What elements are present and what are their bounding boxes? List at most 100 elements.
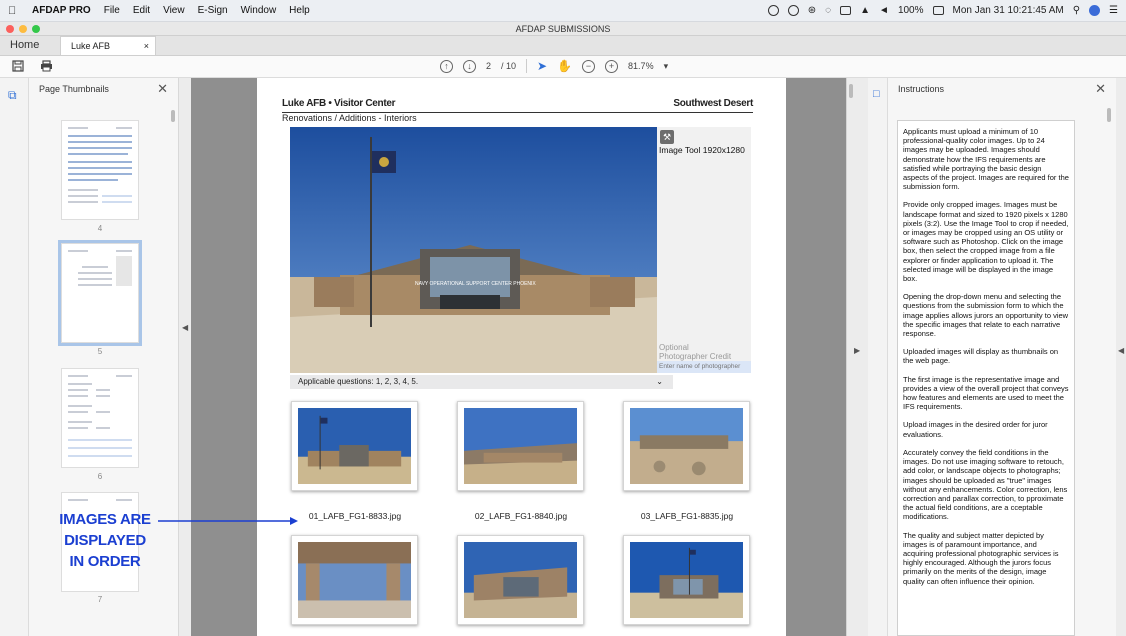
close-window-button[interactable] xyxy=(6,25,14,33)
zoom-out-icon[interactable]: − xyxy=(582,59,596,73)
zoom-level[interactable]: 81.7% xyxy=(628,61,654,71)
tab-close-icon[interactable]: × xyxy=(144,37,149,55)
save-icon[interactable] xyxy=(12,60,24,75)
page-thumbnails-icon[interactable]: ⧉ xyxy=(8,88,17,103)
page-thumbnail-6[interactable] xyxy=(61,368,139,468)
page-thumbnail-4[interactable] xyxy=(61,120,139,220)
gallery-photo xyxy=(630,542,743,618)
gallery-photo xyxy=(630,408,743,484)
page-thumbnail-number: 6 xyxy=(97,472,103,481)
gallery-image-6[interactable] xyxy=(623,535,750,625)
thumbnails-header: Page Thumbnails ✕ xyxy=(29,78,178,100)
zoom-in-icon[interactable]: + xyxy=(605,59,619,73)
page-thumbnail-number: 5 xyxy=(97,347,103,356)
tab-home[interactable]: Home xyxy=(0,35,60,55)
clock[interactable]: Mon Jan 31 10:21:45 AM xyxy=(953,5,1064,16)
gallery-image-4[interactable] xyxy=(291,535,418,625)
annotation-arrow-icon xyxy=(158,517,298,525)
close-thumbnails-icon[interactable]: ✕ xyxy=(157,78,168,100)
thumbnails-scrollbar[interactable] xyxy=(171,110,175,122)
gallery-filename-3: 03_LAFB_FG1-8835.jpg xyxy=(640,511,734,521)
tab-document[interactable]: Luke AFB Operatio... × xyxy=(60,36,156,70)
wrench-icon[interactable]: ⚒ xyxy=(660,130,674,144)
battery-percent[interactable]: 100% xyxy=(898,5,924,16)
tab-bar: Home Luke AFB Operatio... × xyxy=(0,35,1126,70)
instructions-paragraph: The quality and subject matter depicted … xyxy=(903,530,1059,586)
select-tool-icon[interactable]: ➤ xyxy=(537,59,547,73)
menu-window[interactable]: Window xyxy=(241,5,277,16)
photographer-credit-input[interactable] xyxy=(657,361,751,373)
left-tool-strip: ⧉ xyxy=(0,78,29,636)
page-thumbnail-5[interactable] xyxy=(58,240,142,346)
gallery-image-5[interactable] xyxy=(457,535,584,625)
hand-tool-icon[interactable]: ✋ xyxy=(557,59,572,73)
menu-edit[interactable]: Edit xyxy=(133,5,150,16)
instructions-scrollbar[interactable] xyxy=(1107,108,1111,122)
menu-file[interactable]: File xyxy=(104,5,120,16)
far-right-collapse[interactable]: ◀ xyxy=(1116,78,1126,636)
instructions-paragraph: Accurately convey the field conditions i… xyxy=(903,447,1068,522)
previous-page-icon[interactable]: ↑ xyxy=(440,59,453,73)
right-tool-strip: □ xyxy=(868,78,888,636)
gallery-photo xyxy=(298,542,411,618)
credit-label: Optional Photographer Credit xyxy=(659,343,731,361)
gallery-filename-2: 02_LAFB_FG1-8840.jpg xyxy=(474,511,568,521)
menu-esign[interactable]: E-Sign xyxy=(198,5,228,16)
siri-icon[interactable] xyxy=(1089,5,1101,16)
credit-label-photographer: Photographer Credit xyxy=(659,352,732,361)
zoom-dropdown-icon[interactable]: ▾ xyxy=(664,61,669,72)
chevron-down-icon[interactable]: ⌄ xyxy=(656,375,663,389)
volume-icon[interactable]: ◄ xyxy=(879,5,889,16)
representative-image[interactable]: NAVY OPERATIONAL SUPPORT CENTER PHOENIX xyxy=(290,127,657,373)
apple-icon[interactable]:  xyxy=(8,5,22,17)
collapse-right-icon[interactable]: ◀ xyxy=(1118,346,1124,355)
gallery-image-3[interactable] xyxy=(623,401,750,491)
battery-icon[interactable] xyxy=(932,6,944,15)
instructions-paragraph: Provide only cropped images. Images must… xyxy=(903,200,1069,284)
instructions-paragraph: Applicants must upload a minimum of 10 p… xyxy=(903,127,1069,192)
thumbnails-title: Page Thumbnails xyxy=(39,84,109,94)
menu-app-name[interactable]: AFDAP PRO xyxy=(32,5,91,16)
project-region: Southwest Desert xyxy=(673,98,753,109)
airplay-icon[interactable]: ▲ xyxy=(860,5,870,16)
close-instructions-icon[interactable]: ✕ xyxy=(1095,78,1106,100)
document-scrollbar[interactable] xyxy=(849,84,853,98)
gallery-photo xyxy=(298,408,411,484)
page-total: / 10 xyxy=(501,61,517,71)
annotation-line-1: IMAGES ARE xyxy=(59,511,151,528)
bluetooth-icon[interactable]: ⊛ xyxy=(808,5,816,16)
wifi-icon[interactable]: ◌ xyxy=(825,5,831,16)
page-thumbnail-number: 7 xyxy=(97,595,103,604)
page-number-input[interactable]: 2 xyxy=(486,61,491,71)
expand-right-icon[interactable]: ▶ xyxy=(854,346,860,355)
order-annotation: IMAGES ARE DISPLAYED IN ORDER xyxy=(50,509,160,572)
image-tool-label[interactable]: Image Tool 1920x1280 xyxy=(659,145,745,155)
control-center-icon[interactable]: ☰ xyxy=(1109,5,1118,16)
instructions-text-box: Applicants must upload a minimum of 10 p… xyxy=(897,120,1075,636)
menu-help[interactable]: Help xyxy=(289,5,310,16)
page-navigation: ↑ ↓ 2 / 10 ➤ ✋ − + 81.7% ▾ xyxy=(440,59,668,73)
display-icon[interactable] xyxy=(840,6,852,15)
next-page-icon[interactable]: ↓ xyxy=(463,59,476,73)
system-menu-bar:  AFDAP PRO File Edit View E-Sign Window… xyxy=(0,0,1126,22)
minimize-window-button[interactable] xyxy=(19,25,27,33)
left-panel-collapse[interactable]: ◀ xyxy=(179,78,191,636)
collapse-left-icon[interactable]: ◀ xyxy=(182,323,188,332)
instructions-header: Instructions ✕ xyxy=(888,78,1116,100)
menu-view[interactable]: View xyxy=(163,5,185,16)
applicable-questions-select[interactable]: Applicable questions: 1, 2, 3, 4, 5. ⌄ xyxy=(290,375,673,389)
instructions-icon[interactable]: □ xyxy=(873,88,880,100)
zoom-window-button[interactable] xyxy=(32,25,40,33)
tab-document-label: Luke AFB Operatio... xyxy=(71,41,113,70)
project-title: Luke AFB • Visitor Center xyxy=(282,98,396,109)
gallery-image-1[interactable] xyxy=(291,401,418,491)
right-panel-expand[interactable]: ▶ xyxy=(846,78,868,636)
print-icon[interactable] xyxy=(40,60,53,75)
instructions-paragraph: Opening the drop-down menu and selecting… xyxy=(903,292,1069,339)
gallery-image-2[interactable] xyxy=(457,401,584,491)
creative-cloud-icon[interactable] xyxy=(767,5,779,16)
building-photo: NAVY OPERATIONAL SUPPORT CENTER PHOENIX xyxy=(290,127,657,373)
instructions-paragraph: Uploaded images will display as thumbnai… xyxy=(903,347,1059,366)
spotlight-search-icon[interactable]: ⚲ xyxy=(1073,5,1080,16)
time-machine-icon[interactable] xyxy=(787,5,799,16)
